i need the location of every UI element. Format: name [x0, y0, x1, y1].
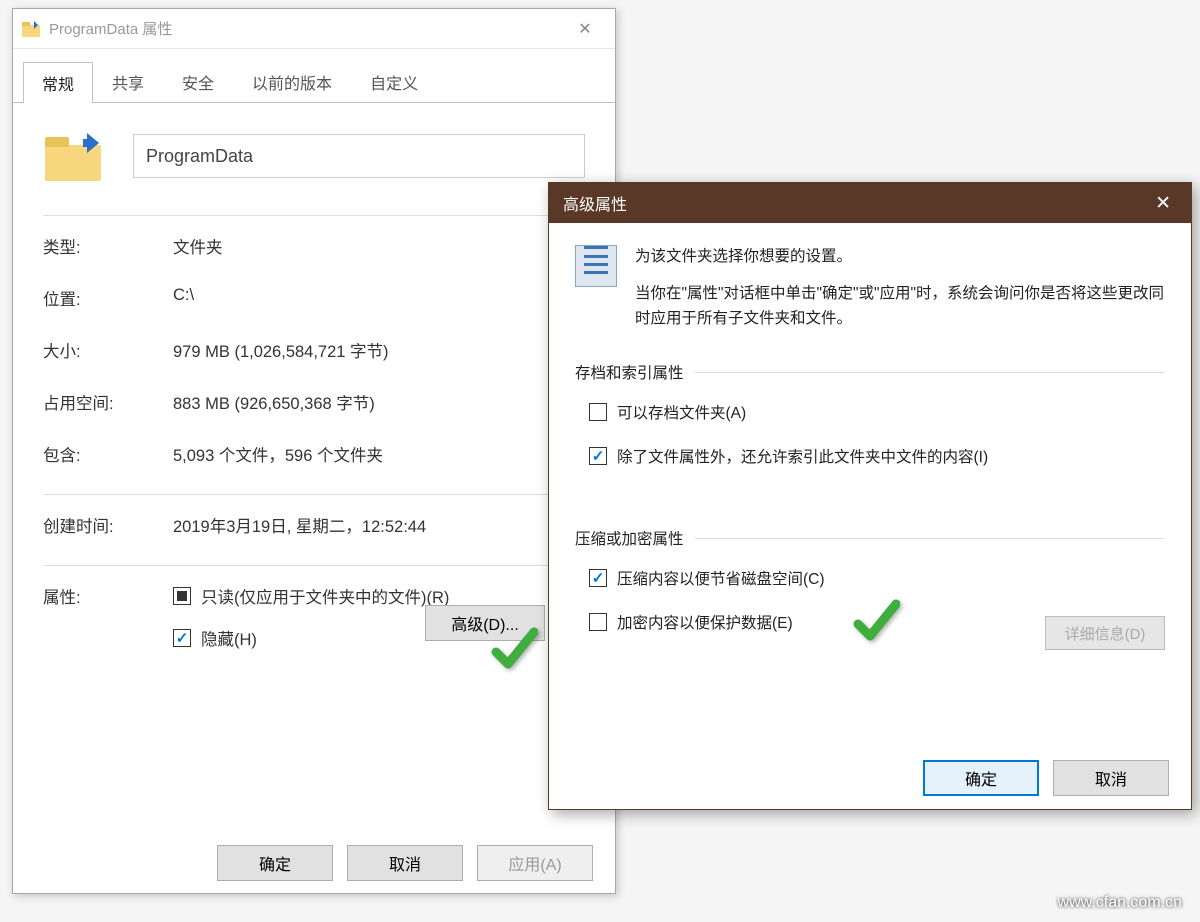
apply-button: 应用(A): [477, 845, 593, 881]
created-value: 2019年3月19日, 星期二，12:52:44: [173, 513, 585, 537]
archive-index-group-title: 存档和索引属性: [575, 361, 1165, 383]
tab-share[interactable]: 共享: [93, 61, 163, 102]
sizeondisk-label: 占用空间:: [43, 390, 173, 414]
archive-checkbox[interactable]: 可以存档文件夹(A): [589, 401, 1165, 423]
checkbox-unchecked-icon: [589, 403, 607, 421]
location-value: C:\: [173, 286, 585, 305]
large-folder-icon: [43, 129, 103, 183]
encrypt-checkbox[interactable]: 加密内容以便保护数据(E): [589, 611, 1045, 633]
type-label: 类型:: [43, 234, 173, 258]
contains-value: 5,093 个文件，596 个文件夹: [173, 442, 585, 466]
divider: [43, 215, 585, 216]
adv-titlebar[interactable]: 高级属性 ✕: [549, 183, 1191, 223]
sizeondisk-value: 883 MB (926,650,368 字节): [173, 390, 585, 414]
checkbox-indeterminate-icon: [173, 587, 191, 605]
titlebar[interactable]: ProgramData 属性 ✕: [13, 9, 615, 49]
index-checkbox[interactable]: ✓ 除了文件属性外，还允许索引此文件夹中文件的内容(I): [589, 445, 1165, 467]
ok-button[interactable]: 确定: [217, 845, 333, 881]
checkbox-checked-icon: ✓: [589, 569, 607, 587]
compress-encrypt-group-title: 压缩或加密属性: [575, 527, 1165, 549]
size-value: 979 MB (1,026,584,721 字节): [173, 338, 585, 362]
tabstrip: 常规 共享 安全 以前的版本 自定义: [13, 61, 615, 103]
watermark: www.cfan.com.cn: [1058, 894, 1182, 912]
created-label: 创建时间:: [43, 513, 173, 537]
index-label: 除了文件属性外，还允许索引此文件夹中文件的内容(I): [617, 445, 988, 467]
tab-security[interactable]: 安全: [163, 61, 233, 102]
cancel-button[interactable]: 取消: [347, 845, 463, 881]
archive-label: 可以存档文件夹(A): [617, 401, 746, 423]
tab-customize[interactable]: 自定义: [351, 61, 437, 102]
compress-checkbox[interactable]: ✓ 压缩内容以便节省磁盘空间(C): [589, 567, 1165, 589]
advanced-attributes-dialog: 高级属性 ✕ 为该文件夹选择你想要的设置。 当你在"属性"对话框中单击"确定"或…: [548, 182, 1192, 810]
properties-body: 类型:文件夹 位置:C:\ 大小:979 MB (1,026,584,721 字…: [13, 103, 615, 684]
adv-body: 为该文件夹选择你想要的设置。 当你在"属性"对话框中单击"确定"或"应用"时，系…: [549, 223, 1191, 665]
checkbox-checked-icon: ✓: [589, 447, 607, 465]
divider: [43, 494, 585, 495]
contains-label: 包含:: [43, 442, 173, 466]
hidden-label: 隐藏(H): [201, 626, 257, 650]
attributes-label: 属性:: [43, 584, 173, 608]
adv-intro-2: 当你在"属性"对话框中单击"确定"或"应用"时，系统会询问你是否将这些更改同时应…: [635, 282, 1165, 332]
advanced-button[interactable]: 高级(D)...: [425, 605, 545, 641]
checkbox-checked-icon: ✓: [173, 629, 191, 647]
divider: [43, 565, 585, 566]
location-label: 位置:: [43, 286, 173, 310]
encrypt-label: 加密内容以便保护数据(E): [617, 611, 793, 633]
close-icon[interactable]: ✕: [1149, 192, 1177, 215]
properties-dialog: ProgramData 属性 ✕ 常规 共享 安全 以前的版本 自定义 类型:文…: [12, 8, 616, 894]
adv-intro-1: 为该文件夹选择你想要的设置。: [635, 245, 1165, 270]
properties-footer: 确定 取消 应用(A): [13, 833, 615, 893]
type-value: 文件夹: [173, 234, 585, 258]
adv-cancel-button[interactable]: 取消: [1053, 760, 1169, 796]
folder-icon: [21, 19, 41, 39]
close-icon[interactable]: ✕: [563, 19, 607, 39]
window-title: ProgramData 属性: [49, 18, 563, 39]
details-button: 详细信息(D): [1045, 616, 1165, 650]
checkbox-unchecked-icon: [589, 613, 607, 631]
size-label: 大小:: [43, 338, 173, 362]
tab-previous-versions[interactable]: 以前的版本: [233, 61, 351, 102]
adv-ok-button[interactable]: 确定: [923, 760, 1039, 796]
readonly-label: 只读(仅应用于文件夹中的文件)(R): [201, 584, 449, 608]
adv-title: 高级属性: [563, 191, 627, 215]
adv-footer: 确定 取消: [549, 747, 1191, 809]
checklist-icon: [575, 245, 617, 287]
tab-general[interactable]: 常规: [23, 62, 93, 103]
folder-name-input[interactable]: [133, 134, 585, 178]
compress-label: 压缩内容以便节省磁盘空间(C): [617, 567, 825, 589]
